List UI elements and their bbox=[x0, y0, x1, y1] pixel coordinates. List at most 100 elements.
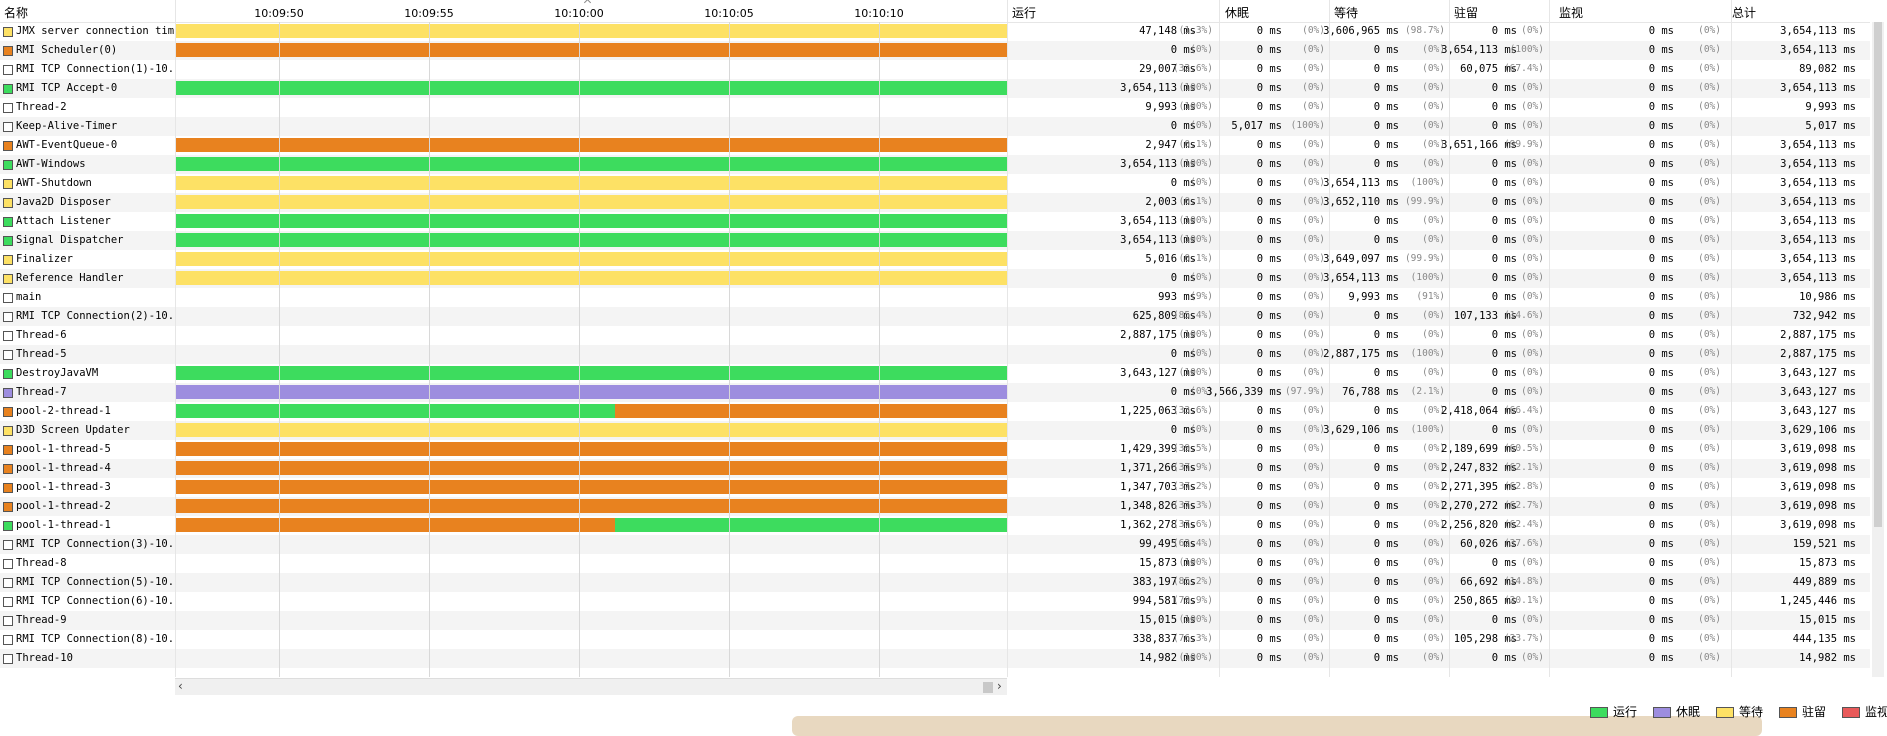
thread-name: Thread-2 bbox=[16, 101, 67, 113]
timeline-segment-running bbox=[175, 81, 1007, 95]
legend-label: 运行 bbox=[1613, 705, 1638, 719]
cell-total: 3,643,127 ms bbox=[1780, 367, 1856, 379]
column-divider bbox=[1549, 0, 1550, 677]
legend-item: 运行 bbox=[1590, 703, 1637, 720]
column-header-name[interactable]: 名称 bbox=[4, 4, 28, 21]
table-row[interactable]: RMI TCP Connection(5)-10.10 383,197 ms (85… bbox=[0, 573, 1870, 592]
thread-name: Thread-5 bbox=[16, 348, 67, 360]
column-header-sleep[interactable]: 休眠 bbox=[1225, 4, 1249, 21]
table-row[interactable]: pool-1-thread-4 1,371,266 ms (37.9%) 0 ms (0… bbox=[0, 459, 1870, 478]
table-row[interactable]: Thread-7 0 ms (0%) 3,566,339 ms (97.9%) 76,78… bbox=[0, 383, 1870, 402]
table-row[interactable]: RMI TCP Connection(6)-10.10 994,581 ms (79… bbox=[0, 592, 1870, 611]
table-row[interactable]: RMI TCP Connection(1)-10.10 29,007 ms (32.… bbox=[0, 60, 1870, 79]
table-row[interactable]: AWT-Shutdown 0 ms (0%) 0 ms (0%) 3,654,113 ms… bbox=[0, 174, 1870, 193]
cell-total: 3,654,113 ms bbox=[1780, 25, 1856, 37]
thread-state-icon bbox=[3, 65, 13, 75]
time-grid-line bbox=[879, 22, 880, 677]
table-row[interactable]: RMI TCP Accept-0 3,654,113 ms (100%) 0 ms (0… bbox=[0, 79, 1870, 98]
thread-state-icon bbox=[3, 350, 13, 360]
thread-state-icon bbox=[3, 84, 13, 94]
cell-monitor: 0 ms bbox=[1648, 44, 1674, 56]
thread-name: RMI TCP Connection(2)-10.10 bbox=[16, 310, 174, 322]
column-header-total[interactable]: 总计 bbox=[1732, 4, 1756, 21]
legend-swatch-icon bbox=[1716, 707, 1734, 718]
table-row[interactable]: DestroyJavaVM 3,643,127 ms (100%) 0 ms (0%) 0… bbox=[0, 364, 1870, 383]
cell-monitor: 0 ms bbox=[1648, 120, 1674, 132]
table-vertical-scrollbar[interactable] bbox=[1872, 22, 1884, 677]
table-row[interactable]: AWT-EventQueue-0 2,947 ms (0.1%) 0 ms (0%) 0 … bbox=[0, 136, 1870, 155]
thread-timeline bbox=[175, 594, 1007, 608]
cell-total: 3,643,127 ms bbox=[1780, 386, 1856, 398]
table-row[interactable]: main 993 ms (9%) 0 ms (0%) 9,993 ms (91%) 0 ms(… bbox=[0, 288, 1870, 307]
thread-state-icon bbox=[3, 312, 13, 322]
thread-timeline bbox=[175, 404, 1007, 418]
table-row[interactable]: pool-2-thread-1 1,225,063 ms (33.6%) 0 ms (0… bbox=[0, 402, 1870, 421]
thread-name: pool-2-thread-1 bbox=[16, 405, 111, 417]
column-divider bbox=[1219, 0, 1220, 677]
cell-monitor: 0 ms bbox=[1648, 348, 1674, 360]
column-header-park[interactable]: 驻留 bbox=[1454, 4, 1478, 21]
table-row[interactable]: RMI Scheduler(0) 0 ms (0%) 0 ms (0%) 0 ms (0%)… bbox=[0, 41, 1870, 60]
table-row[interactable]: AWT-Windows 3,654,113 ms (100%) 0 ms (0%) 0 m… bbox=[0, 155, 1870, 174]
cell-monitor: 0 ms bbox=[1648, 633, 1674, 645]
table-row[interactable]: Thread-10 14,982 ms (100%) 0 ms (0%) 0 ms (0%)… bbox=[0, 649, 1870, 668]
table-row[interactable]: Signal Dispatcher 3,654,113 ms (100%) 0 ms(… bbox=[0, 231, 1870, 250]
table-row[interactable]: RMI TCP Connection(2)-10.10 625,809 ms (85… bbox=[0, 307, 1870, 326]
thread-timeline bbox=[175, 461, 1007, 475]
cell-monitor: 0 ms bbox=[1648, 538, 1674, 550]
thread-state-icon bbox=[3, 502, 13, 512]
table-row[interactable]: pool-1-thread-3 1,347,703 ms (37.2%) 0 ms (0… bbox=[0, 478, 1870, 497]
table-row[interactable]: Attach Listener 3,654,113 ms (100%) 0 ms (0%… bbox=[0, 212, 1870, 231]
cell-total: 3,654,113 ms bbox=[1780, 139, 1856, 151]
thread-state-icon bbox=[3, 597, 13, 607]
thread-name: RMI TCP Connection(5)-10.10 bbox=[16, 576, 174, 588]
table-row[interactable]: Keep-Alive-Timer 0 ms (0%) 5,017 ms (100%) 0 … bbox=[0, 117, 1870, 136]
scroll-thumb[interactable] bbox=[983, 682, 993, 693]
timeline-segment-waiting bbox=[175, 176, 1007, 190]
column-header-monitor[interactable]: 监视 bbox=[1559, 4, 1583, 21]
cell-total: 2,887,175 ms bbox=[1780, 348, 1856, 360]
table-row[interactable]: RMI TCP Connection(8)-10.10 338,837 ms (76… bbox=[0, 630, 1870, 649]
table-row[interactable]: Thread-5 0 ms (0%) 0 ms (0%) 2,887,175 ms (100… bbox=[0, 345, 1870, 364]
thread-name: Thread-7 bbox=[16, 386, 67, 398]
table-row[interactable]: D3D Screen Updater 0 ms (0%) 0 ms (0%) 3,629,… bbox=[0, 421, 1870, 440]
thread-state-icon bbox=[3, 445, 13, 455]
scroll-right-icon[interactable]: › bbox=[997, 679, 1002, 693]
table-row[interactable]: Thread-8 15,873 ms (100%) 0 ms (0%) 0 ms (0%) 0… bbox=[0, 554, 1870, 573]
thread-timeline bbox=[175, 442, 1007, 456]
thread-timeline bbox=[175, 252, 1007, 266]
thread-state-icon bbox=[3, 255, 13, 265]
column-header-wait[interactable]: 等待 bbox=[1334, 4, 1358, 21]
timeline-segment-parked bbox=[175, 518, 616, 532]
scroll-left-icon[interactable]: ‹ bbox=[178, 679, 183, 693]
table-row[interactable]: pool-1-thread-2 1,348,826 ms (37.3%) 0 ms (0… bbox=[0, 497, 1870, 516]
table-row[interactable]: Java2D Disposer 2,003 ms (0.1%) 0 ms (0%) 3,6… bbox=[0, 193, 1870, 212]
thread-state-icon bbox=[3, 293, 13, 303]
thread-state-icon bbox=[3, 103, 13, 113]
cell-total: 3,654,113 ms bbox=[1780, 234, 1856, 246]
thread-name: Java2D Disposer bbox=[16, 196, 111, 208]
timeline-segment-parked bbox=[615, 404, 1007, 418]
thread-name: AWT-Windows bbox=[16, 158, 86, 170]
thread-name: DestroyJavaVM bbox=[16, 367, 99, 379]
thread-timeline bbox=[175, 271, 1007, 285]
table-row[interactable]: Thread-9 15,015 ms (100%) 0 ms (0%) 0 ms (0%) 0… bbox=[0, 611, 1870, 630]
table-row[interactable]: Thread-2 9,993 ms (100%) 0 ms (0%) 0 ms (0%) 0 … bbox=[0, 98, 1870, 117]
column-header-run[interactable]: 运行 bbox=[1012, 4, 1036, 21]
table-row[interactable]: JMX server connection timeout47,148 ms(1… bbox=[0, 22, 1870, 41]
table-row[interactable]: Finalizer 5,016 ms (0.1%) 0 ms (0%) 3,649,097… bbox=[0, 250, 1870, 269]
cell-total: 3,654,113 ms bbox=[1780, 82, 1856, 94]
thread-state-icon bbox=[3, 578, 13, 588]
table-row[interactable]: Thread-6 2,887,175 ms (100%) 0 ms (0%) 0 ms (0… bbox=[0, 326, 1870, 345]
table-row[interactable]: Reference Handler 0 ms (0%) 0 ms (0%) 3,654,1… bbox=[0, 269, 1870, 288]
table-row[interactable]: RMI TCP Connection(3)-10.10 99,495 ms (62.… bbox=[0, 535, 1870, 554]
vertical-scroll-thumb[interactable] bbox=[1874, 22, 1882, 527]
thread-name: RMI TCP Connection(1)-10.10 bbox=[16, 63, 174, 75]
thread-timeline bbox=[175, 138, 1007, 152]
legend-item: 驻留 bbox=[1779, 703, 1826, 720]
timeline-horizontal-scrollbar[interactable]: ‹ › bbox=[175, 678, 1007, 695]
table-row[interactable]: pool-1-thread-1 1,362,278 ms (37.6%) 0 ms (0… bbox=[0, 516, 1870, 535]
cell-monitor: 0 ms bbox=[1648, 329, 1674, 341]
legend-label: 等待 bbox=[1739, 705, 1764, 719]
table-row[interactable]: pool-1-thread-5 1,429,399 ms (39.5%) 0 ms (0… bbox=[0, 440, 1870, 459]
